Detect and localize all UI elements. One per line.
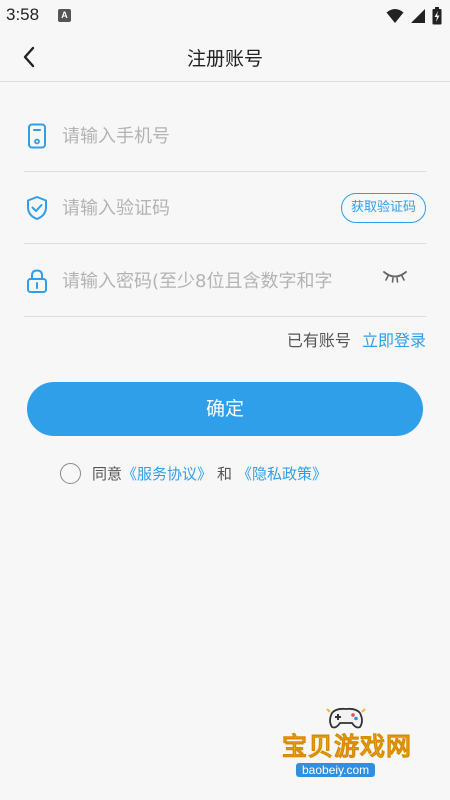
status-time: 3:58 <box>6 5 40 24</box>
has-account-text: 已有账号 <box>286 331 351 350</box>
code-row: 获取验证码 <box>24 172 426 244</box>
status-icons <box>386 6 442 26</box>
watermark-logo: 宝贝游戏网 baobeiy.com <box>272 705 422 785</box>
status-bar: 3:58 A <box>0 0 450 32</box>
notification-a-icon: A <box>58 9 71 22</box>
phone-icon <box>24 122 50 150</box>
eye-closed-icon[interactable] <box>380 265 410 287</box>
agreement-row: 同意 《服务协议》 和 《隐私政策》 <box>60 462 327 484</box>
phone-row <box>24 100 426 172</box>
login-hint: 已有账号 立即登录 <box>287 327 426 351</box>
service-agreement-link[interactable]: 《服务协议》 <box>122 463 212 484</box>
agree-prefix: 同意 <box>92 464 123 483</box>
code-input[interactable] <box>62 192 317 224</box>
wifi-icon <box>386 9 404 23</box>
phone-input[interactable] <box>62 120 392 152</box>
agree-checkbox[interactable] <box>60 462 81 484</box>
watermark-brand: 宝贝游戏网 <box>282 732 413 762</box>
agree-and: 和 <box>217 464 233 483</box>
password-row <box>24 245 426 317</box>
confirm-button[interactable]: 确定 <box>27 382 423 436</box>
privacy-policy-link[interactable]: 《隐私政策》 <box>237 463 327 484</box>
shield-check-icon <box>24 194 50 222</box>
get-code-button[interactable]: 获取验证码 <box>340 193 426 223</box>
signal-icon <box>411 9 425 23</box>
battery-charging-icon <box>432 7 442 25</box>
lock-icon <box>24 267 50 295</box>
login-now-link[interactable]: 立即登录 <box>362 331 426 350</box>
password-input[interactable] <box>62 265 362 297</box>
page-title: 注册账号 <box>186 48 263 70</box>
title-bar: 注册账号 <box>0 32 450 82</box>
watermark-url: baobeiy.com <box>296 763 376 777</box>
